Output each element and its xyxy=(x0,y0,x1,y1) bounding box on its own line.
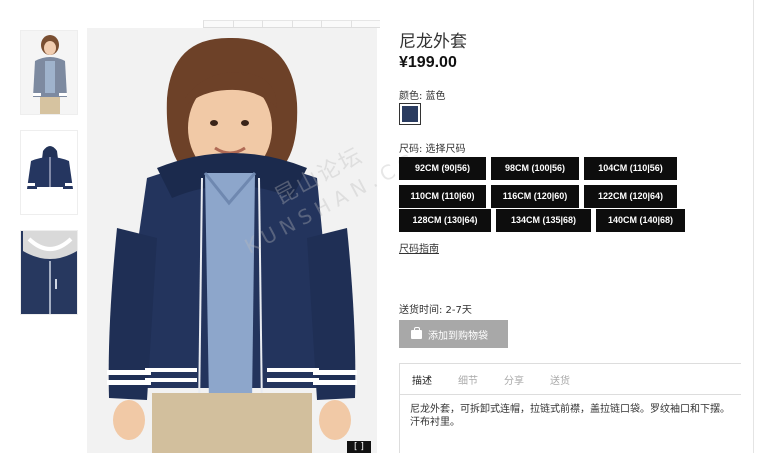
product-info: 尼龙外套 ¥199.00 xyxy=(399,27,744,72)
thumbnail-front[interactable] xyxy=(20,130,78,215)
size-label: 尺码: 选择尺码 xyxy=(399,144,466,155)
size-option[interactable]: 116CM (120|60) xyxy=(491,185,579,208)
size-option[interactable]: 122CM (120|64) xyxy=(584,185,677,208)
details-panel: 描述 细节 分享 送货 尼龙外套，可拆卸式连帽，拉链式前襟，盖拉链口袋。罗纹袖口… xyxy=(399,363,741,453)
tab-delivery[interactable]: 送货 xyxy=(550,372,570,387)
shopping-bag-icon xyxy=(411,326,422,339)
page-divider xyxy=(753,0,754,453)
size-option[interactable]: 134CM (135|68) xyxy=(496,209,591,232)
top-tab-strip xyxy=(203,20,380,28)
thumbnail-list xyxy=(20,30,78,330)
details-tabs: 描述 细节 分享 送货 xyxy=(400,364,741,395)
thumbnail-detail[interactable] xyxy=(20,230,78,315)
description-text: 尼龙外套，可拆卸式连帽，拉链式前襟，盖拉链口袋。罗纹袖口和下摆。汗布衬里。 xyxy=(410,404,730,428)
color-swatch-blue[interactable] xyxy=(399,103,421,125)
size-option[interactable]: 140CM (140|68) xyxy=(596,209,685,232)
product-main-image[interactable]: [ ] xyxy=(87,28,377,453)
size-option[interactable]: 128CM (130|64) xyxy=(399,209,491,232)
zoom-icon[interactable]: [ ] xyxy=(347,441,371,453)
size-option[interactable]: 98CM (100|56) xyxy=(491,157,579,180)
tab-details[interactable]: 细节 xyxy=(458,372,478,387)
tab-description[interactable]: 描述 xyxy=(412,372,432,387)
size-option[interactable]: 92CM (90|56) xyxy=(399,157,486,180)
add-to-bag-button[interactable]: 添加到购物袋 xyxy=(399,320,508,348)
size-option[interactable]: 110CM (110|60) xyxy=(399,185,486,208)
delivery-time: 送货时间: 2-7天 xyxy=(399,305,472,316)
size-guide-link[interactable]: 尺码指南 xyxy=(399,240,439,255)
tab-share[interactable]: 分享 xyxy=(504,372,524,387)
add-to-bag-label: 添加到购物袋 xyxy=(428,330,488,342)
product-title: 尼龙外套 xyxy=(399,32,467,52)
thumbnail-model[interactable] xyxy=(20,30,78,115)
product-price: ¥199.00 xyxy=(399,54,457,71)
size-option[interactable]: 104CM (110|56) xyxy=(584,157,677,180)
color-label: 颜色: 蓝色 xyxy=(399,91,446,102)
